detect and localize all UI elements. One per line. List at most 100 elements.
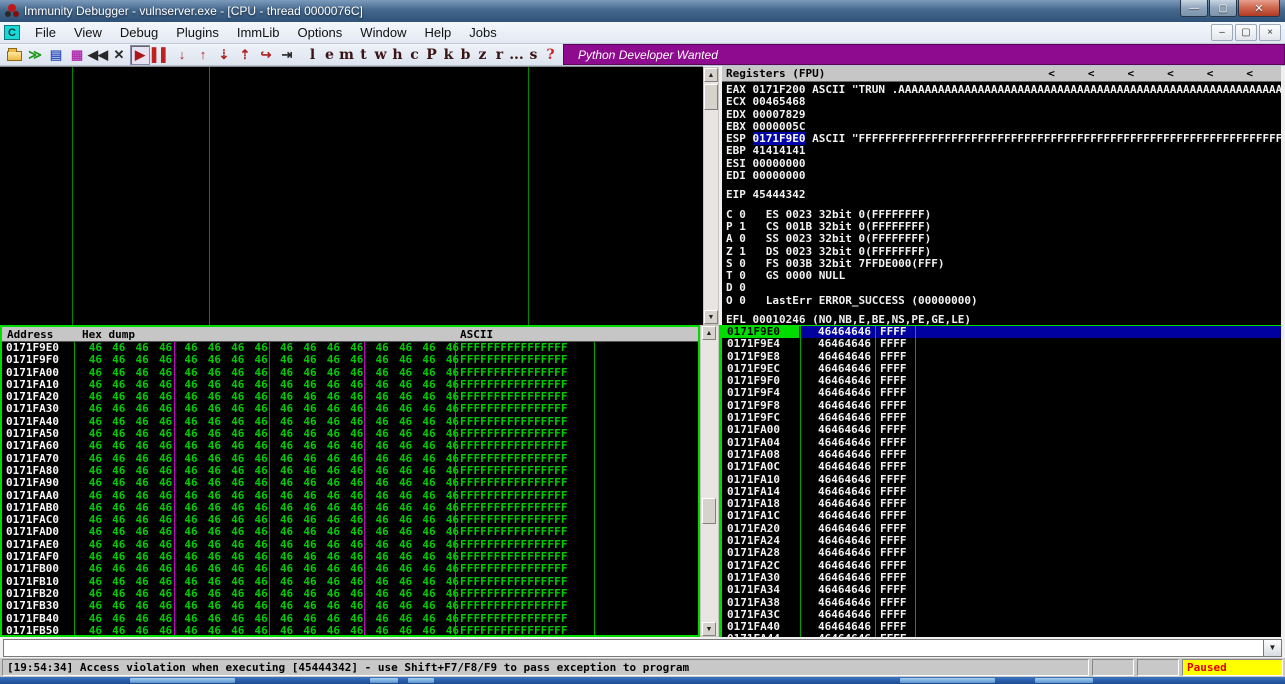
menu-item-view[interactable]: View: [65, 23, 111, 42]
step-over-icon[interactable]: ↑: [193, 45, 213, 65]
stack-pane[interactable]: 0171F9E046464646FFFF0171F9E446464646FFFF…: [719, 325, 1281, 637]
hexdump-row[interactable]: 0171FA9046464646464646464646464646464646…: [2, 477, 698, 489]
hexdump-row[interactable]: 0171FB0046464646464646464646464646464646…: [2, 563, 698, 575]
hexdump-row[interactable]: 0171FB5046464646464646464646464646464646…: [2, 625, 698, 637]
trace-into-icon[interactable]: ⇣: [214, 45, 234, 65]
disassembly-pane[interactable]: [0, 66, 703, 325]
stack-row[interactable]: 0171F9E846464646FFFF: [722, 351, 1281, 363]
stack-row[interactable]: 0171F9F046464646FFFF: [722, 375, 1281, 387]
stack-row[interactable]: 0171F9EC46464646FFFF: [722, 363, 1281, 375]
mdi-minimize-button[interactable]: –: [1211, 24, 1233, 41]
hexdump-row[interactable]: 0171FAA046464646464646464646464646464646…: [2, 490, 698, 502]
stack-row[interactable]: 0171FA0846464646FFFF: [722, 449, 1281, 461]
collapse-chevron-icon[interactable]: <: [1207, 67, 1214, 80]
menu-item-window[interactable]: Window: [351, 23, 415, 42]
toolbar-shortcut-s[interactable]: s: [525, 45, 542, 65]
execute-till-return-icon[interactable]: ↪: [256, 45, 276, 65]
stack-row[interactable]: 0171FA0046464646FFFF: [722, 424, 1281, 436]
toolbar-shortcut-P[interactable]: P: [423, 45, 440, 65]
toolbar-shortcut-b[interactable]: b: [457, 45, 474, 65]
hexdump-row[interactable]: 0171FA6046464646464646464646464646464646…: [2, 440, 698, 452]
restore-button[interactable]: ▢: [1209, 0, 1237, 17]
hexdump-row[interactable]: 0171FAD046464646464646464646464646464646…: [2, 526, 698, 538]
menu-item-debug[interactable]: Debug: [111, 23, 167, 42]
toolbar-shortcut-c[interactable]: c: [406, 45, 423, 65]
menu-item-options[interactable]: Options: [288, 23, 351, 42]
hexdump-pane[interactable]: Address Hex dump ASCII 0171F9E0464646464…: [0, 325, 700, 637]
stack-row[interactable]: 0171FA0446464646FFFF: [722, 437, 1281, 449]
stack-row[interactable]: 0171FA4046464646FFFF: [722, 621, 1281, 633]
toolbar-shortcut-m[interactable]: m: [338, 45, 355, 65]
mdi-close-button[interactable]: ×: [1259, 24, 1281, 41]
play-icon[interactable]: ▶: [130, 45, 150, 65]
stack-row[interactable]: 0171FA3446464646FFFF: [722, 584, 1281, 596]
pause-icon[interactable]: ▌▌: [151, 45, 171, 65]
scroll-down-arrow[interactable]: ▼: [702, 622, 716, 636]
trace-over-icon[interactable]: ⇡: [235, 45, 255, 65]
toolbar-shortcut-h[interactable]: h: [389, 45, 406, 65]
register-line[interactable]: EAX 0171F200 ASCII "TRUN .AAAAAAAAAAAAAA…: [726, 84, 1281, 96]
toolbar-shortcut-e[interactable]: e: [321, 45, 338, 65]
hexdump-row[interactable]: 0171FB4046464646464646464646464646464646…: [2, 613, 698, 625]
disassembly-scrollbar[interactable]: ▲ ▼: [703, 67, 719, 325]
collapse-chevron-icon[interactable]: <: [1167, 67, 1174, 80]
stack-row[interactable]: 0171FA0C46464646FFFF: [722, 461, 1281, 473]
stack-row[interactable]: 0171FA3C46464646FFFF: [722, 609, 1281, 621]
stack-row[interactable]: 0171FA2046464646FFFF: [722, 523, 1281, 535]
command-dropdown-button[interactable]: ▼: [1263, 639, 1282, 657]
scroll-down-arrow[interactable]: ▼: [704, 310, 718, 324]
register-line[interactable]: ESI 00000000: [726, 158, 1281, 170]
stack-row[interactable]: 0171FA2446464646FFFF: [722, 535, 1281, 547]
cpu-child-icon[interactable]: C: [4, 25, 20, 40]
stack-row[interactable]: 0171FA2C46464646FFFF: [722, 560, 1281, 572]
register-line[interactable]: ESP 0171F9E0 ASCII "FFFFFFFFFFFFFFFFFFFF…: [726, 133, 1281, 145]
stack-row[interactable]: 0171F9E046464646FFFF: [722, 326, 1281, 338]
register-line[interactable]: T 0 GS 0000 NULL: [726, 270, 1281, 282]
toolbar-shortcut-l[interactable]: l: [304, 45, 321, 65]
menu-item-file[interactable]: File: [26, 23, 65, 42]
toolbar-shortcut-misc[interactable]: ?: [542, 45, 559, 65]
run-to-user-code-icon[interactable]: ⇥: [277, 45, 297, 65]
toolbar-shortcut-miscmiscmisc[interactable]: ...: [508, 45, 525, 65]
scroll-thumb[interactable]: [702, 498, 716, 524]
register-line[interactable]: EDI 00000000: [726, 170, 1281, 182]
toolbar-shortcut-z[interactable]: z: [474, 45, 491, 65]
stack-row[interactable]: 0171F9E446464646FFFF: [722, 338, 1281, 350]
register-line[interactable]: [726, 182, 1281, 189]
register-line[interactable]: EDX 00007829: [726, 109, 1281, 121]
stack-row[interactable]: 0171FA1046464646FFFF: [722, 474, 1281, 486]
hexdump-row[interactable]: 0171FB3046464646464646464646464646464646…: [2, 600, 698, 612]
mdi-restore-button[interactable]: ▢: [1235, 24, 1257, 41]
windows-icon[interactable]: ▦: [67, 45, 87, 65]
hexdump-row[interactable]: 0171FA3046464646464646464646464646464646…: [2, 403, 698, 415]
menu-item-jobs[interactable]: Jobs: [460, 23, 505, 42]
stack-row[interactable]: 0171FA2846464646FFFF: [722, 547, 1281, 559]
collapse-chevron-icon[interactable]: <: [1048, 67, 1055, 80]
close-button[interactable]: ✕: [1238, 0, 1280, 17]
stack-row[interactable]: 0171F9F846464646FFFF: [722, 400, 1281, 412]
hexdump-scrollbar[interactable]: ▲ ▼: [700, 325, 719, 637]
scroll-thumb[interactable]: [704, 84, 718, 110]
command-input[interactable]: [3, 639, 1263, 657]
scroll-up-arrow[interactable]: ▲: [704, 68, 718, 82]
hexdump-row[interactable]: 0171F9F046464646464646464646464646464646…: [2, 354, 698, 366]
toolbar-shortcut-k[interactable]: k: [440, 45, 457, 65]
scroll-up-arrow[interactable]: ▲: [702, 326, 716, 340]
minimize-button[interactable]: —: [1180, 0, 1208, 17]
stack-row[interactable]: 0171F9F446464646FFFF: [722, 387, 1281, 399]
toolbar-shortcut-r[interactable]: r: [491, 45, 508, 65]
toolbar-shortcut-t[interactable]: t: [355, 45, 372, 65]
collapse-chevron-icon[interactable]: <: [1128, 67, 1135, 80]
stack-row[interactable]: 0171FA1846464646FFFF: [722, 498, 1281, 510]
stack-row[interactable]: 0171FA1C46464646FFFF: [722, 510, 1281, 522]
register-line[interactable]: ECX 00465468: [726, 96, 1281, 108]
register-line[interactable]: EIP 45444342: [726, 189, 1281, 201]
menu-item-plugins[interactable]: Plugins: [167, 23, 228, 42]
toolbar-shortcut-w[interactable]: w: [372, 45, 389, 65]
collapse-chevron-icon[interactable]: <: [1088, 67, 1095, 80]
rewind-icon[interactable]: ◀◀: [88, 45, 108, 65]
stack-row[interactable]: 0171FA1446464646FFFF: [722, 486, 1281, 498]
close-icon[interactable]: ✕: [109, 45, 129, 65]
step-into-icon[interactable]: ↓: [172, 45, 192, 65]
registers-pane[interactable]: Registers (FPU) <<<<<< EAX 0171F200 ASCI…: [722, 66, 1281, 326]
